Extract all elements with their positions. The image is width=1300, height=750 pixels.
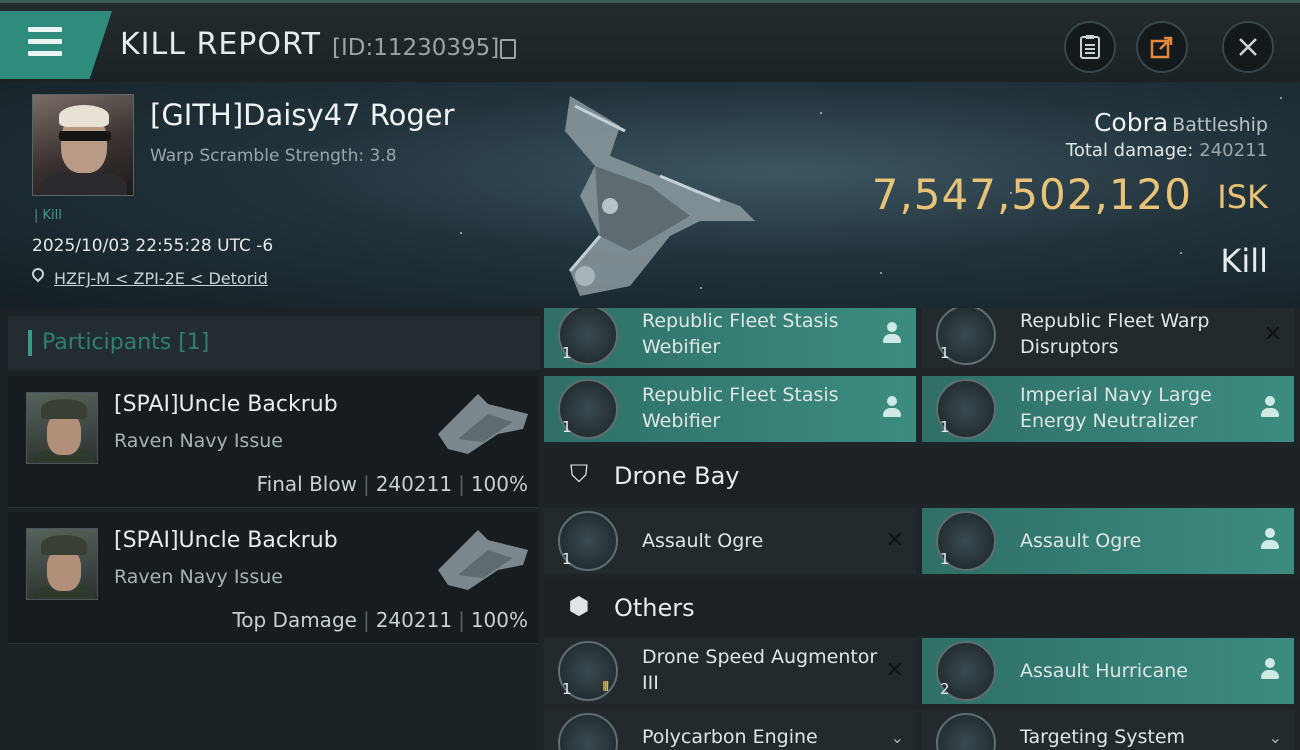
participants-panel: Participants [1] [SPAI]Uncle Backrub Rav…	[0, 308, 540, 750]
cargo-name: Drone Speed Augmentor III	[642, 646, 878, 694]
isk-unit: ISK	[1217, 178, 1268, 216]
destroyed-x-icon: ✕	[885, 658, 904, 683]
module-name: Imperial Navy Large Energy Neutralizer	[1020, 384, 1212, 432]
close-icon	[1239, 38, 1257, 56]
others-section[interactable]: ⬢ Others	[544, 580, 1300, 636]
clipboard-button[interactable]	[1064, 21, 1116, 73]
pilot-damage: 240211	[375, 472, 453, 496]
pilot-stats: Top Damage | 240211 | 100%	[232, 608, 528, 632]
page-title: KILL REPORT	[120, 27, 321, 62]
cargo-name: Polycarbon Engine	[642, 726, 818, 748]
fitting-panel: 1 Republic Fleet Stasis Webifier 1 Repub…	[540, 308, 1300, 750]
victim-banner: [GITH]Daisy47 Roger Warp Scramble Streng…	[0, 82, 1300, 308]
hamburger-icon	[28, 27, 62, 57]
pilot-avatar[interactable]	[26, 392, 98, 464]
drone-bay-title: Drone Bay	[614, 462, 740, 490]
drone-bay-section[interactable]: ⛉ Drone Bay	[544, 448, 1300, 504]
cargo-name: Targeting System	[1020, 726, 1186, 748]
cargo-slot[interactable]: Targeting System ⌄	[922, 710, 1294, 750]
title-bar: KILL REPORT [ID:11230395]	[0, 0, 1300, 82]
module-slot[interactable]: 1 Imperial Navy Large Energy Neutralizer	[922, 376, 1294, 442]
pilot-name: [SPAI]Uncle Backrub	[114, 528, 338, 553]
module-slot[interactable]: 1 Republic Fleet Stasis Webifier	[544, 308, 916, 368]
dropped-person-icon	[1260, 528, 1280, 552]
kill-location-link[interactable]: HZFJ-M < ZPI-2E < Detorid	[54, 269, 268, 288]
pilot-ship-image	[438, 394, 528, 454]
cargo-slot[interactable]: 2 Assault Hurricane	[922, 638, 1294, 704]
module-qty: 1	[940, 344, 950, 362]
chevron-down-icon: ⌄	[1268, 728, 1282, 747]
close-button[interactable]	[1222, 21, 1274, 73]
pilot-ship: Raven Navy Issue	[114, 430, 283, 452]
module-qty: 1	[562, 344, 572, 362]
module-slot[interactable]: 1 Republic Fleet Stasis Webifier	[544, 376, 916, 442]
destroyed-x-icon: ✕	[1263, 322, 1282, 347]
polycarbon-engine-icon	[558, 713, 618, 750]
participant-card[interactable]: [SPAI]Uncle Backrub Raven Navy Issue Top…	[8, 512, 538, 644]
victim-ship-name: Cobra	[1093, 108, 1169, 137]
cargo-qty: 1	[562, 680, 572, 698]
total-damage: Total damage: 240211	[1066, 140, 1268, 161]
report-id: [ID:11230395]	[332, 35, 500, 61]
victim-ship[interactable]: Cobra Battleship	[1094, 108, 1268, 137]
participant-card[interactable]: [SPAI]Uncle Backrub Raven Navy Issue Fin…	[8, 376, 538, 508]
cargo-qty: 2	[940, 680, 950, 698]
participants-title: Participants [1]	[42, 330, 210, 355]
pilot-stats: Final Blow | 240211 | 100%	[256, 472, 528, 496]
dropped-person-icon	[1260, 396, 1280, 420]
pilot-damage-percent: 100%	[470, 608, 528, 632]
victim-ship-class: Battleship	[1172, 114, 1268, 136]
pilot-damage: 240211	[375, 608, 453, 632]
pilot-damage-percent: 100%	[470, 472, 528, 496]
dropped-person-icon	[882, 322, 902, 346]
chevron-down-icon: ⌄	[890, 728, 904, 747]
result-label: Kill	[1220, 242, 1268, 280]
isk-value: 7,547,502,120	[871, 170, 1192, 219]
warp-scramble-strength: Warp Scramble Strength: 3.8	[150, 146, 397, 166]
others-title: Others	[614, 594, 695, 622]
pilot-ship-image	[438, 530, 528, 590]
drone-slot[interactable]: 1 Assault Ogre ✕	[544, 508, 916, 574]
cargo-name: Assault Hurricane	[1020, 660, 1188, 682]
total-damage-value: 240211	[1199, 140, 1268, 161]
destroyed-x-icon: ✕	[885, 528, 904, 553]
tech-level-icon: III	[602, 680, 609, 695]
drone-qty: 1	[940, 550, 950, 568]
cargo-box-icon: ⬢	[568, 592, 590, 620]
dropped-person-icon	[882, 396, 902, 420]
pilot-name: [SPAI]Uncle Backrub	[114, 392, 338, 417]
dropped-person-icon	[1260, 658, 1280, 682]
drone-name: Assault Ogre	[642, 530, 764, 552]
drone-bay-icon: ⛉	[570, 460, 588, 488]
module-name: Republic Fleet Stasis Webifier	[642, 310, 839, 358]
targeting-system-icon	[936, 713, 996, 750]
kill-tag: | Kill	[34, 208, 62, 223]
kill-datetime: 2025/10/03 22:55:28 UTC -6	[32, 236, 274, 256]
pilot-avatar[interactable]	[26, 528, 98, 600]
drone-slot[interactable]: 1 Assault Ogre	[922, 508, 1294, 574]
drone-name: Assault Ogre	[1020, 530, 1142, 552]
share-icon	[1150, 36, 1173, 59]
location-pin-icon	[29, 265, 47, 283]
cargo-slot[interactable]: 1 III Drone Speed Augmentor III ✕	[544, 638, 916, 704]
module-name: Republic Fleet Stasis Webifier	[642, 384, 839, 432]
module-qty: 1	[940, 418, 950, 436]
pilot-role: Top Damage	[232, 608, 357, 632]
clipboard-icon	[1080, 35, 1100, 59]
module-slot[interactable]: 1 Republic Fleet Warp Disruptors ✕	[922, 308, 1294, 368]
drone-qty: 1	[562, 550, 572, 568]
victim-avatar[interactable]	[32, 94, 134, 196]
participants-tab[interactable]: Participants [1]	[8, 316, 540, 370]
pilot-role: Final Blow	[256, 472, 357, 496]
copy-id-icon[interactable]	[500, 39, 516, 59]
pilot-ship: Raven Navy Issue	[114, 566, 283, 588]
module-name: Republic Fleet Warp Disruptors	[1020, 310, 1210, 358]
victim-ship-image	[565, 96, 755, 296]
menu-button[interactable]	[0, 11, 112, 79]
share-button[interactable]	[1136, 21, 1188, 73]
total-damage-label: Total damage:	[1065, 140, 1194, 161]
victim-name[interactable]: [GITH]Daisy47 Roger	[150, 98, 455, 132]
cargo-slot[interactable]: Polycarbon Engine ⌄	[544, 710, 916, 750]
module-qty: 1	[562, 418, 572, 436]
